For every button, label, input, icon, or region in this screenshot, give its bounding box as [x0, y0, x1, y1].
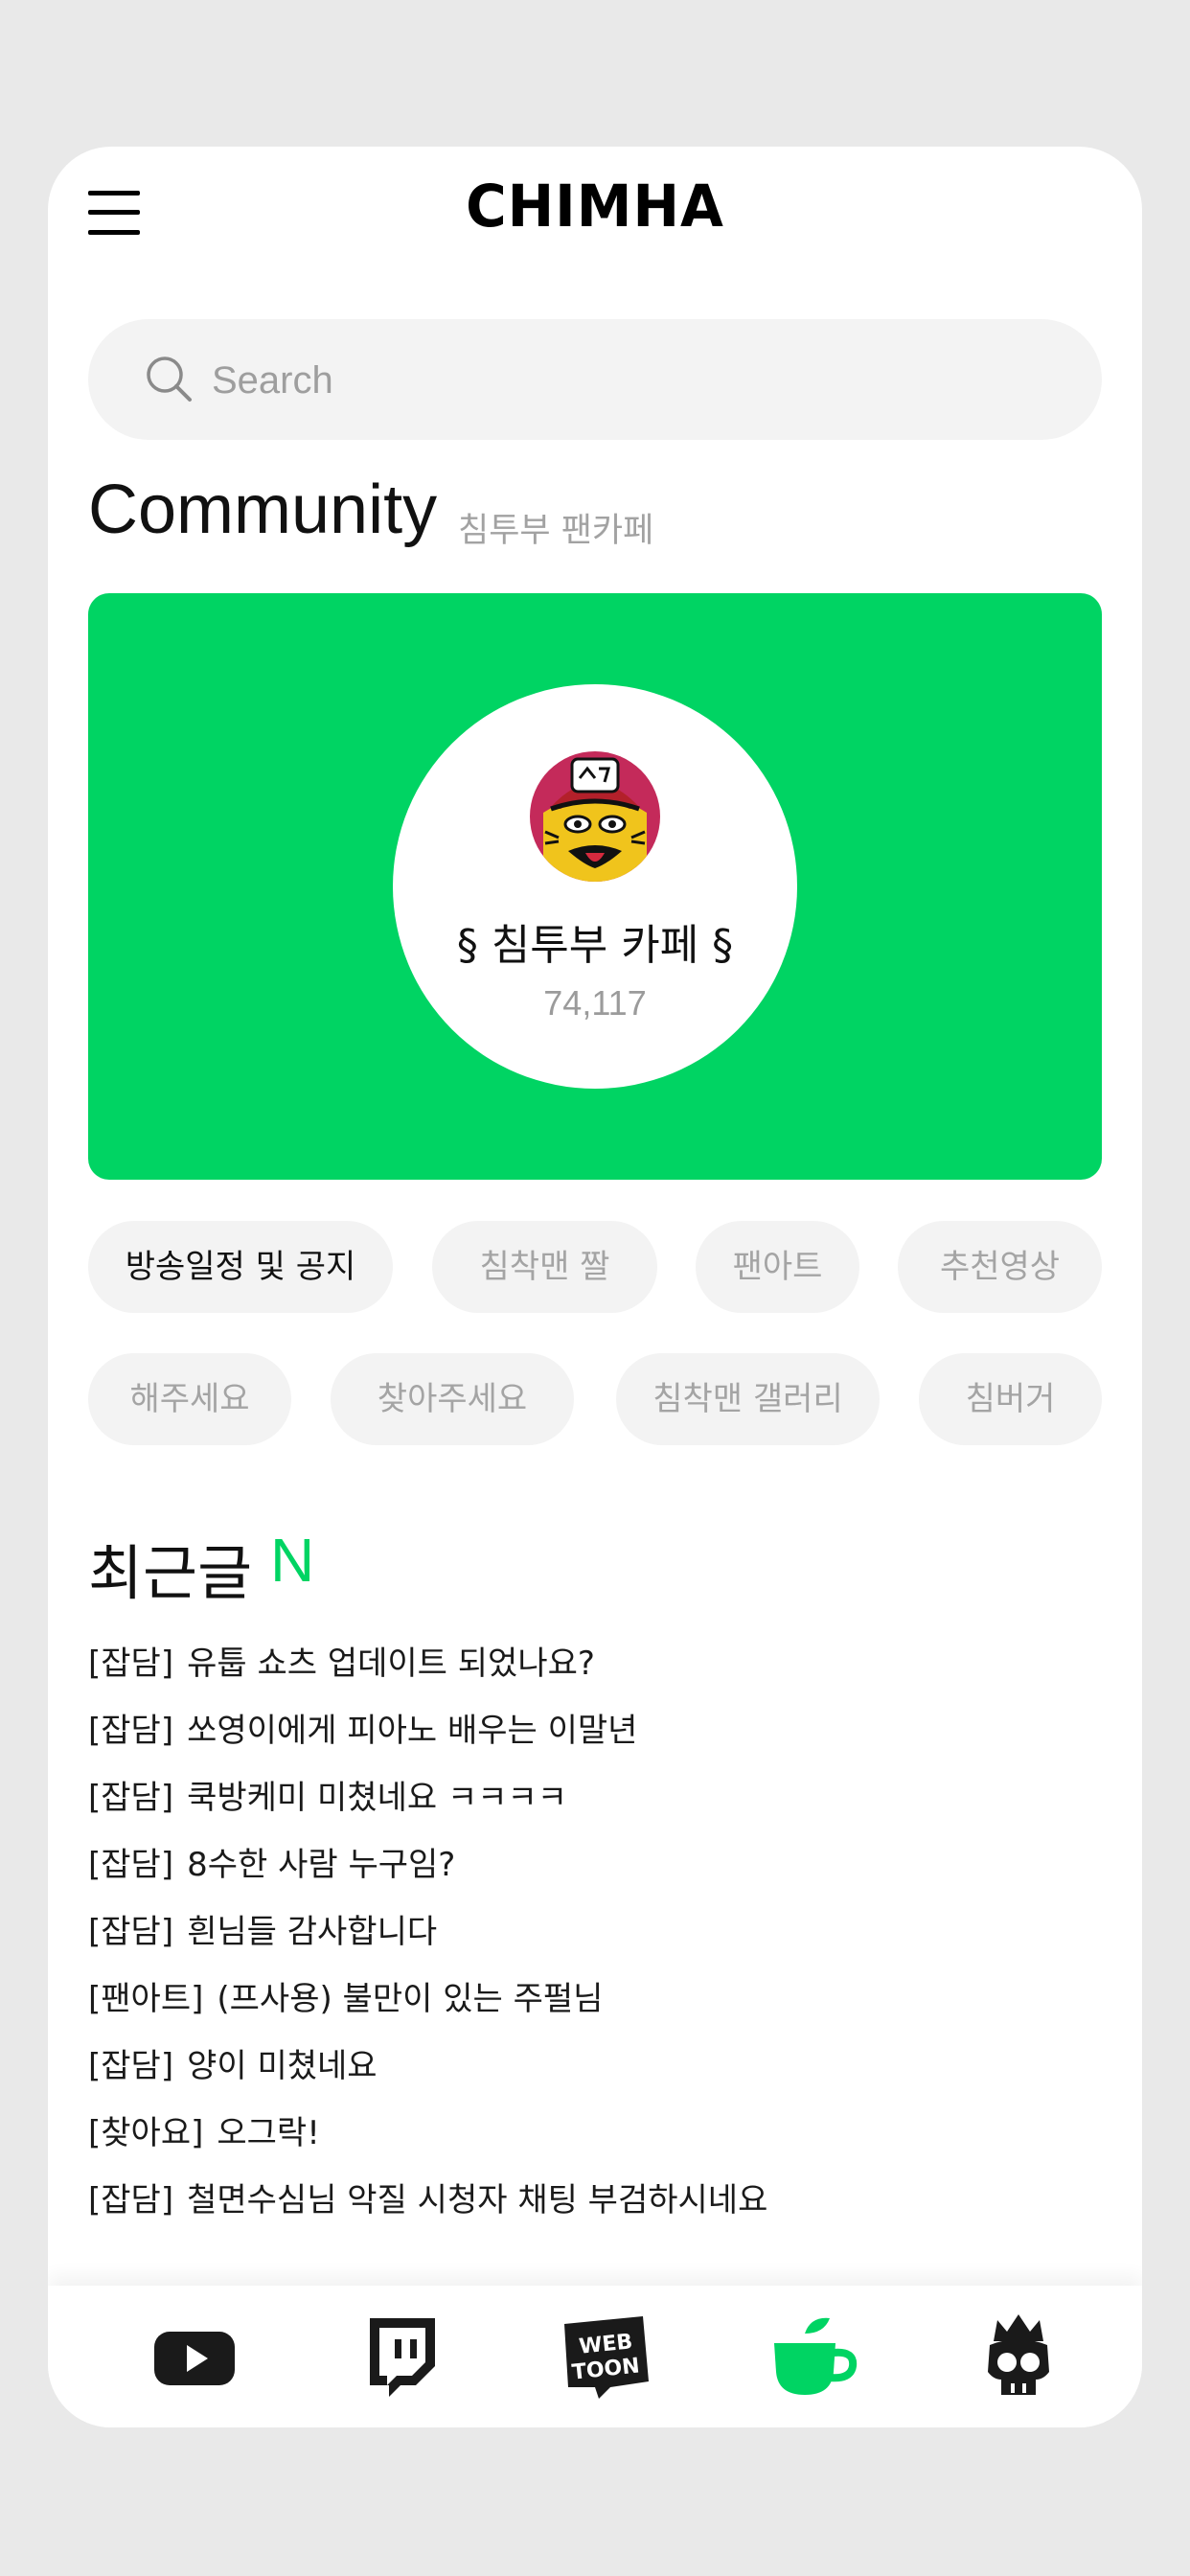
app-screen: CHIMHA Community 침투부 팬카페	[48, 147, 1142, 2427]
search-icon	[147, 356, 192, 402]
youtube-icon	[154, 2332, 235, 2385]
nav-cafe[interactable]	[767, 2312, 858, 2401]
search-bar[interactable]	[88, 319, 1102, 440]
post-title: 철면수심님 악질 시청자 채팅 부검하시네요	[187, 2181, 768, 2220]
skull-icon	[988, 2314, 1049, 2395]
category-chip-memes[interactable]: 침착맨 짤	[432, 1221, 657, 1313]
cafe-avatar-icon	[530, 751, 660, 882]
cafe-name: § 침투부 카페 §	[456, 921, 734, 970]
post-item[interactable]: [팬아트] (프사용) 불만이 있는 주펄님	[88, 1972, 1094, 2026]
post-item[interactable]: [잡담] 쏘영이에게 피아노 배우는 이말년	[88, 1704, 1094, 1758]
app-title: CHIMHA	[466, 172, 724, 241]
post-item[interactable]: [잡담] 양이 미쳤네요	[88, 2039, 1094, 2093]
category-chip-chimburger[interactable]: 침버거	[919, 1353, 1102, 1445]
header: CHIMHA	[48, 147, 1142, 281]
cafe-banner[interactable]: § 침투부 카페 § 74,117	[88, 593, 1102, 1180]
cafe-member-count: 74,117	[543, 983, 647, 1023]
post-title: (프사용) 불만이 있는 주펄님	[217, 1980, 604, 2018]
cafe-cup-icon	[774, 2317, 858, 2395]
new-badge: N	[270, 1526, 315, 1595]
category-chip-notice[interactable]: 방송일정 및 공지	[88, 1221, 393, 1313]
post-item[interactable]: [잡담] 유툽 쇼츠 업데이트 되었나요?	[88, 1637, 1094, 1690]
post-title: 유툽 쇼츠 업데이트 되었나요?	[187, 1644, 595, 1683]
nav-skull[interactable]	[973, 2312, 1064, 2401]
post-item[interactable]: [잡담] 쿡방케미 미쳤네요 ㅋㅋㅋㅋ	[88, 1771, 1094, 1825]
category-chip-gallery[interactable]: 침착맨 갤러리	[616, 1353, 880, 1445]
post-item[interactable]: [찾아요] 오그락!	[88, 2106, 1094, 2160]
post-title: 8수한 사람 누구임?	[187, 1846, 456, 1884]
post-category: [잡담]	[88, 1913, 174, 1951]
post-category: [잡담]	[88, 1779, 174, 1817]
twitch-icon	[370, 2318, 435, 2397]
cafe-card: § 침투부 카페 § 74,117	[393, 684, 797, 1089]
post-category: [잡담]	[88, 1644, 174, 1683]
category-chip-recommended[interactable]: 추천영상	[898, 1221, 1102, 1313]
post-title: 쏘영이에게 피아노 배우는 이말년	[187, 1712, 638, 1750]
post-title: 양이 미쳤네요	[187, 2047, 378, 2085]
nav-webtoon[interactable]: WEB TOON	[561, 2312, 652, 2401]
recent-posts-title: 최근글	[88, 1538, 253, 1608]
post-title: 오그락!	[217, 2114, 320, 2152]
post-category: [팬아트]	[88, 1980, 204, 2018]
category-chip-requests[interactable]: 해주세요	[88, 1353, 291, 1445]
post-item[interactable]: [잡담] 흰님들 감사합니다	[88, 1905, 1094, 1959]
section-title: Community	[88, 472, 438, 548]
post-category: [잡담]	[88, 1846, 174, 1884]
post-item[interactable]: [잡담] 철면수심님 악질 시청자 채팅 부검하시네요	[88, 2174, 1094, 2227]
post-category: [잡담]	[88, 2181, 174, 2220]
category-chip-find[interactable]: 찾아주세요	[331, 1353, 574, 1445]
nav-youtube[interactable]	[149, 2312, 240, 2401]
bottom-nav: WEB TOON	[48, 2286, 1142, 2427]
post-item[interactable]: [잡담] 8수한 사람 누구임?	[88, 1838, 1094, 1892]
nav-twitch[interactable]	[355, 2312, 446, 2401]
post-category: [잡담]	[88, 2047, 174, 2085]
post-category: [잡담]	[88, 1712, 174, 1750]
search-input[interactable]	[210, 348, 1057, 413]
post-title: 흰님들 감사합니다	[187, 1913, 438, 1951]
category-chip-fanart[interactable]: 팬아트	[696, 1221, 859, 1313]
webtoon-icon: WEB TOON	[564, 2316, 649, 2399]
section-subtitle: 침투부 팬카페	[458, 512, 654, 550]
post-category: [찾아요]	[88, 2114, 204, 2152]
post-title: 쿡방케미 미쳤네요 ㅋㅋㅋㅋ	[187, 1779, 568, 1817]
